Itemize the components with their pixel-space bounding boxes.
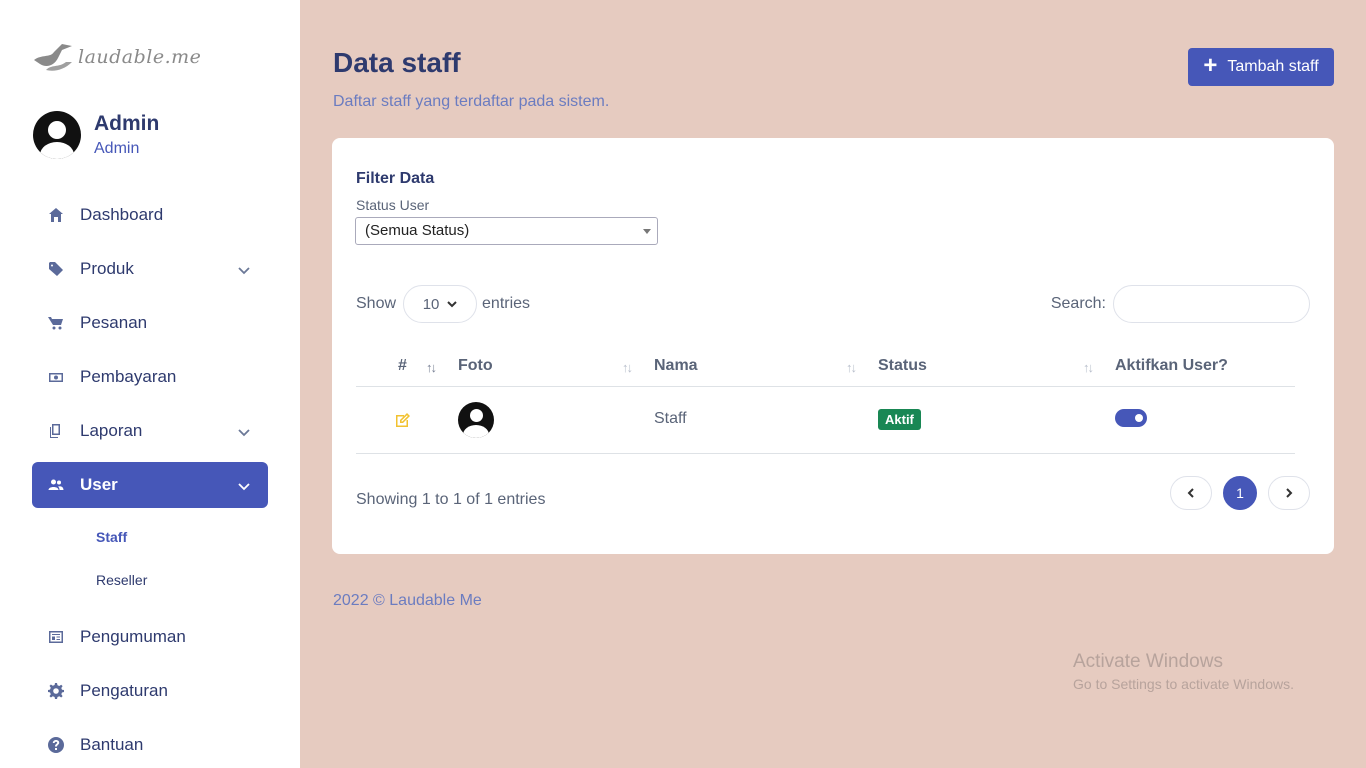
profile-name: Admin bbox=[94, 112, 160, 135]
chevron-down-icon bbox=[238, 477, 250, 491]
money-icon bbox=[48, 369, 64, 385]
document-icon bbox=[48, 423, 64, 439]
plus-icon: + bbox=[1203, 52, 1218, 79]
table-search: Search: bbox=[1051, 285, 1310, 323]
filter-title: Filter Data bbox=[356, 170, 435, 187]
sidebar-item-label: Pesanan bbox=[80, 313, 148, 332]
sidebar-item-label: Pembayaran bbox=[80, 367, 177, 386]
sidebar-item-laporan[interactable]: Laporan bbox=[32, 408, 268, 454]
sidebar-item-pembayaran[interactable]: Pembayaran bbox=[32, 354, 268, 400]
status-filter-label: Status User bbox=[356, 197, 430, 213]
activate-user-toggle[interactable] bbox=[1115, 409, 1147, 427]
chevron-down-icon bbox=[447, 301, 458, 308]
next-page-button[interactable] bbox=[1268, 476, 1310, 510]
avatar bbox=[458, 402, 494, 438]
entries-length-control: Show 10 entries bbox=[356, 285, 530, 323]
sidebar-item-pengaturan[interactable]: Pengaturan bbox=[32, 668, 268, 714]
logo-text: laudable.me bbox=[78, 46, 202, 68]
chevron-down-icon bbox=[238, 423, 250, 437]
add-staff-button[interactable]: + Tambah staff bbox=[1188, 48, 1334, 86]
table-header: # ↑↓ Foto ↑↓ Nama ↑↓ Status ↑↓ Aktifkan … bbox=[356, 348, 1295, 387]
user-profile: Admin Admin bbox=[33, 111, 159, 159]
chevron-left-icon bbox=[1187, 488, 1194, 498]
sort-icon: ↑↓ bbox=[426, 360, 437, 375]
table-row: Staff Aktif bbox=[356, 387, 1295, 454]
sort-icon: ↑↓ bbox=[846, 360, 857, 375]
sidebar-item-label: User bbox=[80, 475, 118, 494]
edit-icon[interactable] bbox=[395, 412, 411, 428]
caret-down-icon bbox=[643, 229, 651, 234]
chevron-right-icon bbox=[1286, 488, 1293, 498]
entries-length-value: 10 bbox=[422, 295, 440, 313]
tag-icon bbox=[48, 261, 64, 277]
sidebar-item-label: Laporan bbox=[80, 421, 143, 440]
home-icon bbox=[48, 207, 64, 223]
pagination: 1 bbox=[1170, 476, 1310, 510]
watermark-title: Activate Windows bbox=[1073, 651, 1223, 672]
column-header-foto[interactable]: Foto bbox=[458, 357, 493, 375]
profile-role: Admin bbox=[94, 140, 140, 157]
submenu-item-staff[interactable]: Staff bbox=[96, 516, 268, 559]
sort-icon: ↑↓ bbox=[622, 360, 633, 375]
cart-icon bbox=[48, 315, 64, 331]
show-label: Show bbox=[356, 295, 397, 312]
previous-page-button[interactable] bbox=[1170, 476, 1212, 510]
sidebar-item-pengumuman[interactable]: Pengumuman bbox=[32, 614, 268, 660]
submenu-item-reseller[interactable]: Reseller bbox=[96, 559, 268, 602]
user-submenu: Staff Reseller bbox=[96, 516, 268, 602]
newspaper-icon bbox=[48, 629, 64, 645]
sidebar-item-label: Pengaturan bbox=[80, 681, 168, 700]
search-input[interactable] bbox=[1113, 285, 1310, 323]
status-filter-value: (Semua Status) bbox=[365, 222, 470, 239]
sort-icon: ↑↓ bbox=[1083, 360, 1094, 375]
status-filter-select[interactable]: (Semua Status) bbox=[355, 217, 658, 245]
footer-copyright: 2022 © Laudable Me bbox=[333, 592, 482, 609]
staff-name: Staff bbox=[654, 410, 687, 427]
sidebar-item-pesanan[interactable]: Pesanan bbox=[32, 300, 268, 346]
sidebar-item-label: Pengumuman bbox=[80, 627, 186, 646]
staff-table: # ↑↓ Foto ↑↓ Nama ↑↓ Status ↑↓ Aktifkan … bbox=[356, 348, 1295, 454]
column-header-nama[interactable]: Nama bbox=[654, 357, 698, 375]
column-header-status[interactable]: Status bbox=[878, 357, 927, 375]
windows-activation-watermark: Activate Windows Go to Settings to activ… bbox=[1073, 651, 1294, 692]
page-button-1[interactable]: 1 bbox=[1223, 476, 1257, 510]
table-info: Showing 1 to 1 of 1 entries bbox=[356, 491, 546, 508]
avatar bbox=[33, 111, 81, 159]
sidebar-item-bantuan[interactable]: Bantuan bbox=[32, 722, 268, 768]
search-label: Search: bbox=[1050, 295, 1106, 312]
sidebar-item-produk[interactable]: Produk bbox=[32, 246, 268, 292]
staff-card: Filter Data Status User (Semua Status) S… bbox=[332, 138, 1334, 554]
chevron-down-icon bbox=[238, 261, 250, 275]
watermark-subtitle: Go to Settings to activate Windows. bbox=[1073, 676, 1294, 692]
column-header-index[interactable]: # bbox=[398, 357, 407, 375]
entries-label: entries bbox=[482, 295, 531, 312]
sidebar-nav: Dashboard Produk Pesanan Pembayaran Lapo… bbox=[32, 192, 268, 768]
add-staff-label: Tambah staff bbox=[1227, 58, 1319, 75]
users-icon bbox=[48, 477, 64, 493]
sidebar-item-label: Bantuan bbox=[80, 735, 144, 754]
page-subtitle: Daftar staff yang terdaftar pada sistem. bbox=[333, 93, 610, 110]
logo-mark-icon bbox=[34, 44, 72, 71]
gear-icon bbox=[48, 683, 64, 699]
status-badge: Aktif bbox=[878, 409, 921, 430]
brand-logo[interactable]: laudable.me bbox=[32, 40, 201, 74]
sidebar-item-user[interactable]: User bbox=[32, 462, 268, 508]
page-title: Data staff bbox=[333, 47, 461, 78]
sidebar-item-dashboard[interactable]: Dashboard bbox=[32, 192, 268, 238]
sidebar: laudable.me Admin Admin Dashboard Produk… bbox=[0, 0, 300, 768]
entries-length-select[interactable]: 10 bbox=[403, 285, 478, 323]
column-header-aktifkan[interactable]: Aktifkan User? bbox=[1115, 357, 1228, 375]
sidebar-item-label: Dashboard bbox=[80, 205, 164, 224]
help-icon bbox=[48, 737, 64, 753]
sidebar-item-label: Produk bbox=[80, 259, 134, 278]
